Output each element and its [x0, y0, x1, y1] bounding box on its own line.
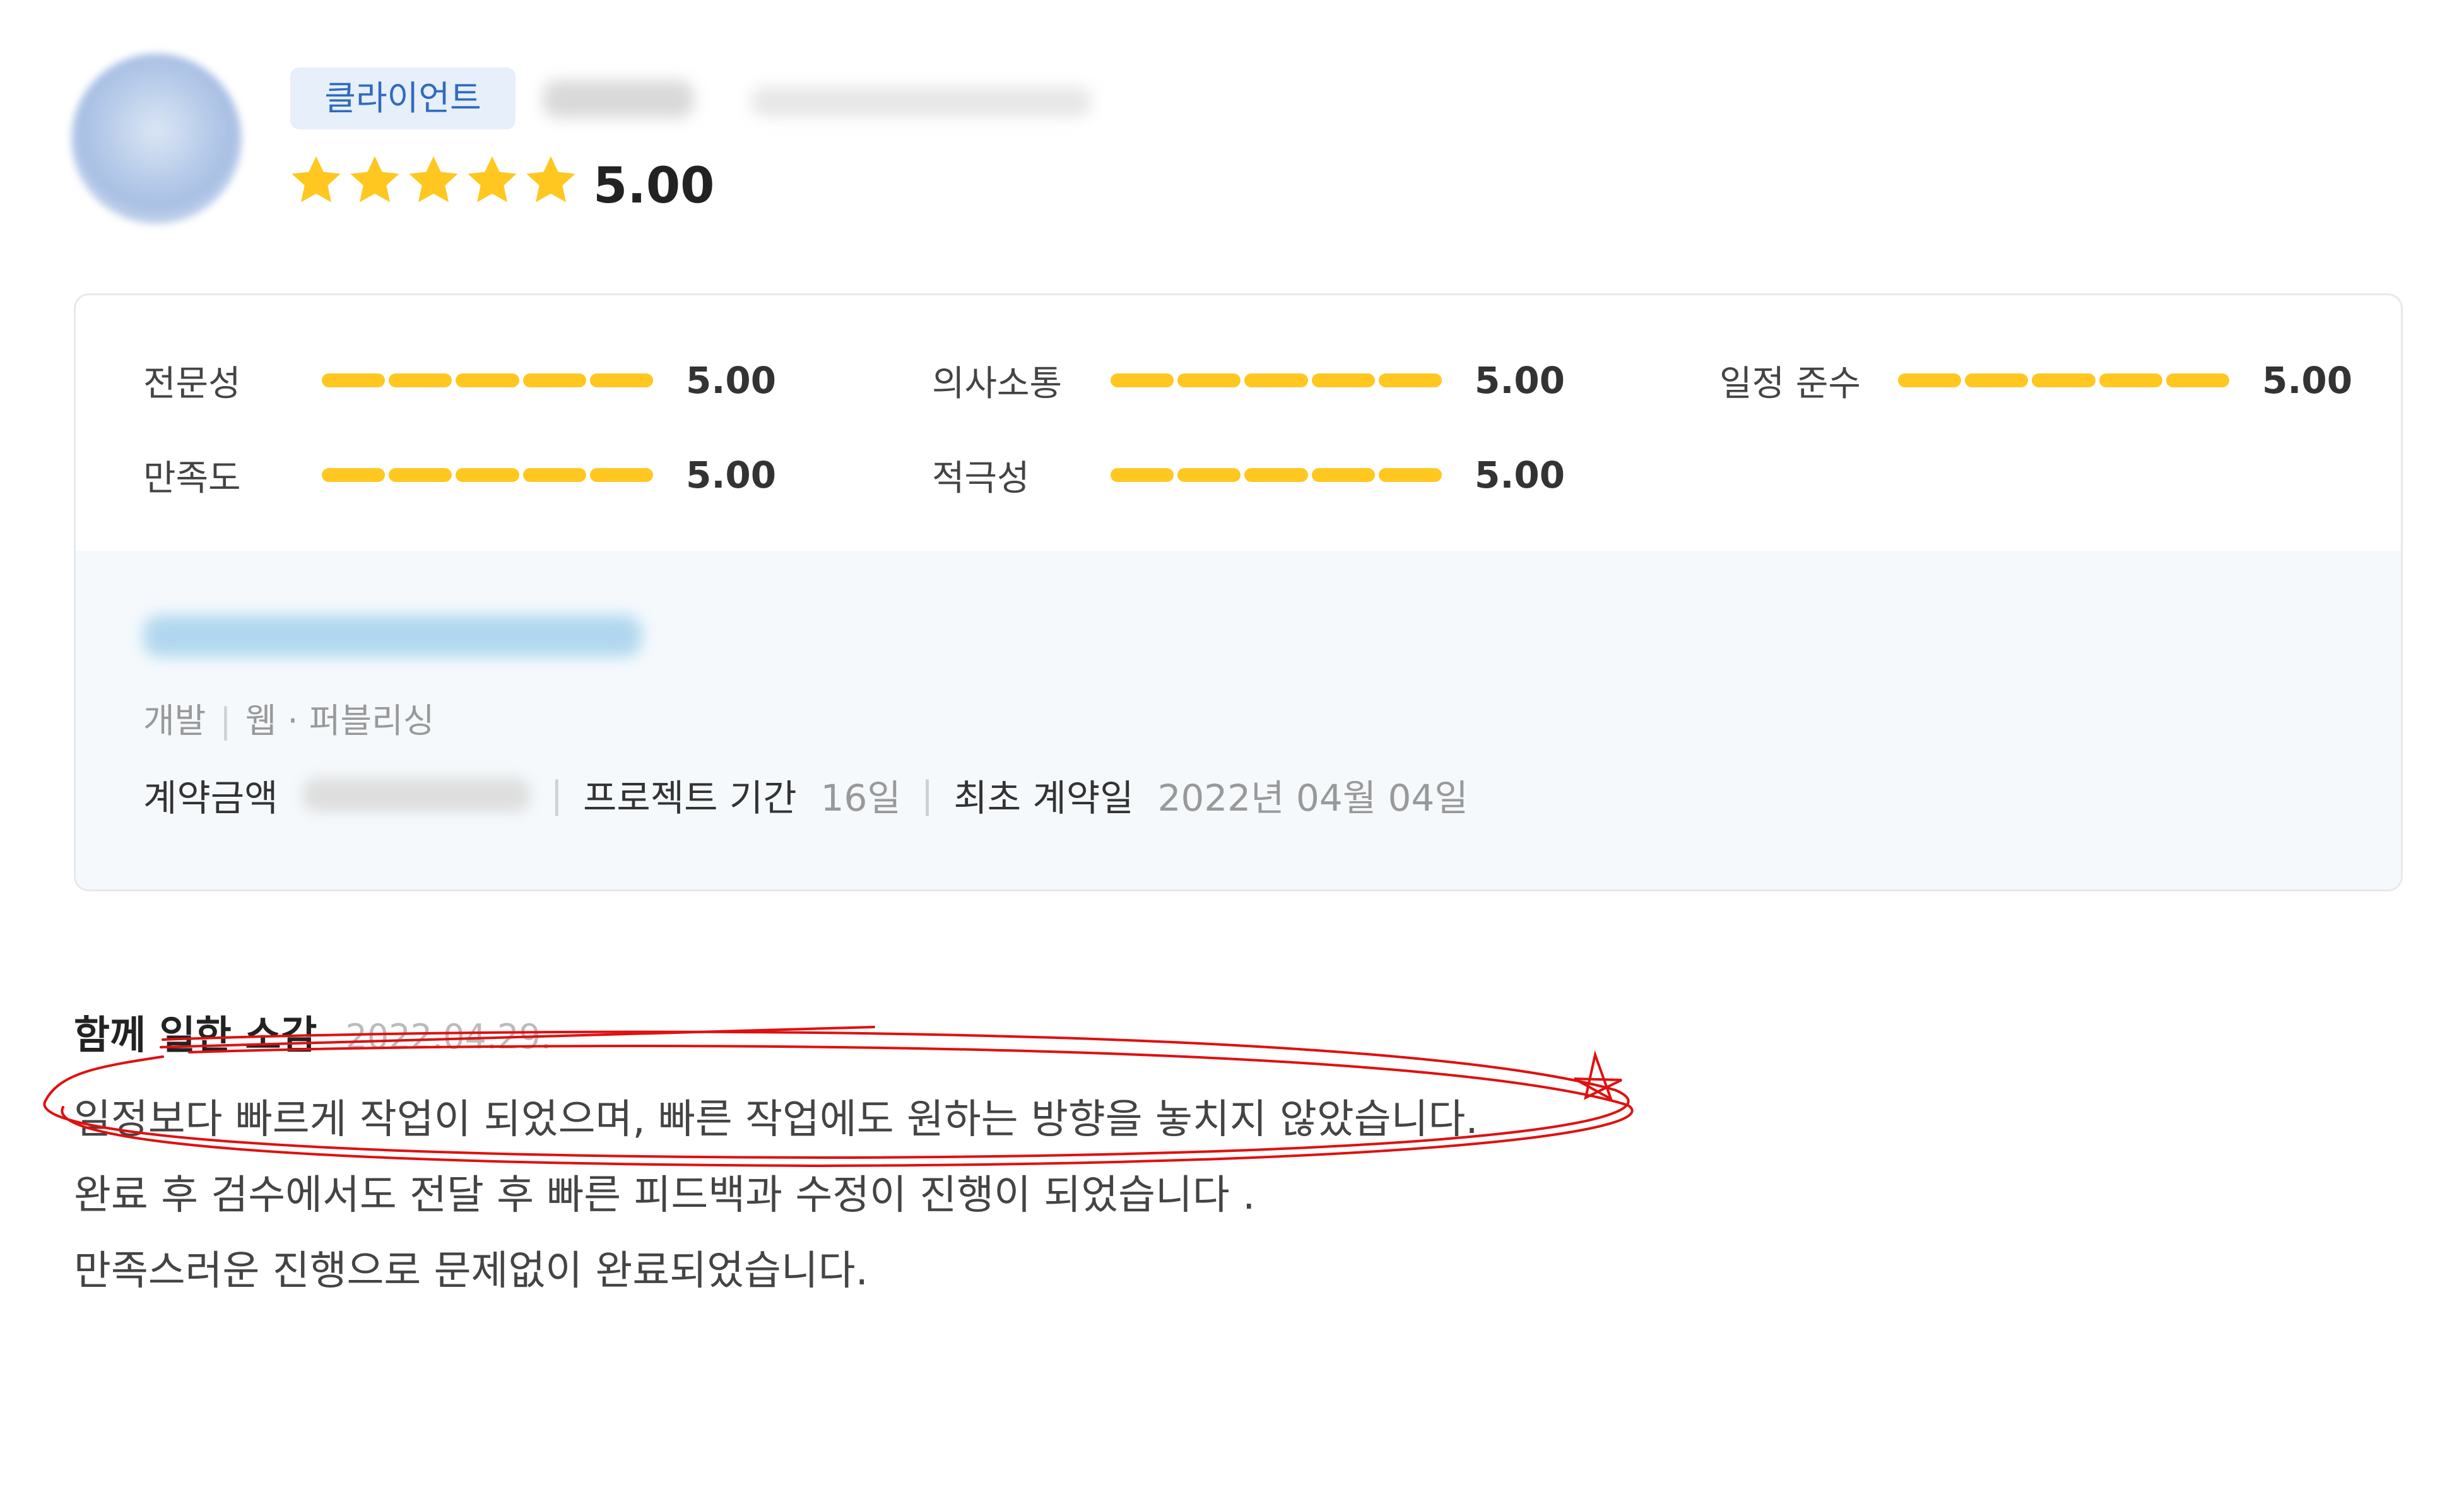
annotation-ellipse: [61, 1045, 1634, 1168]
red-annotation: [43, 1026, 1634, 1168]
annotation-star: [1574, 1050, 1622, 1102]
